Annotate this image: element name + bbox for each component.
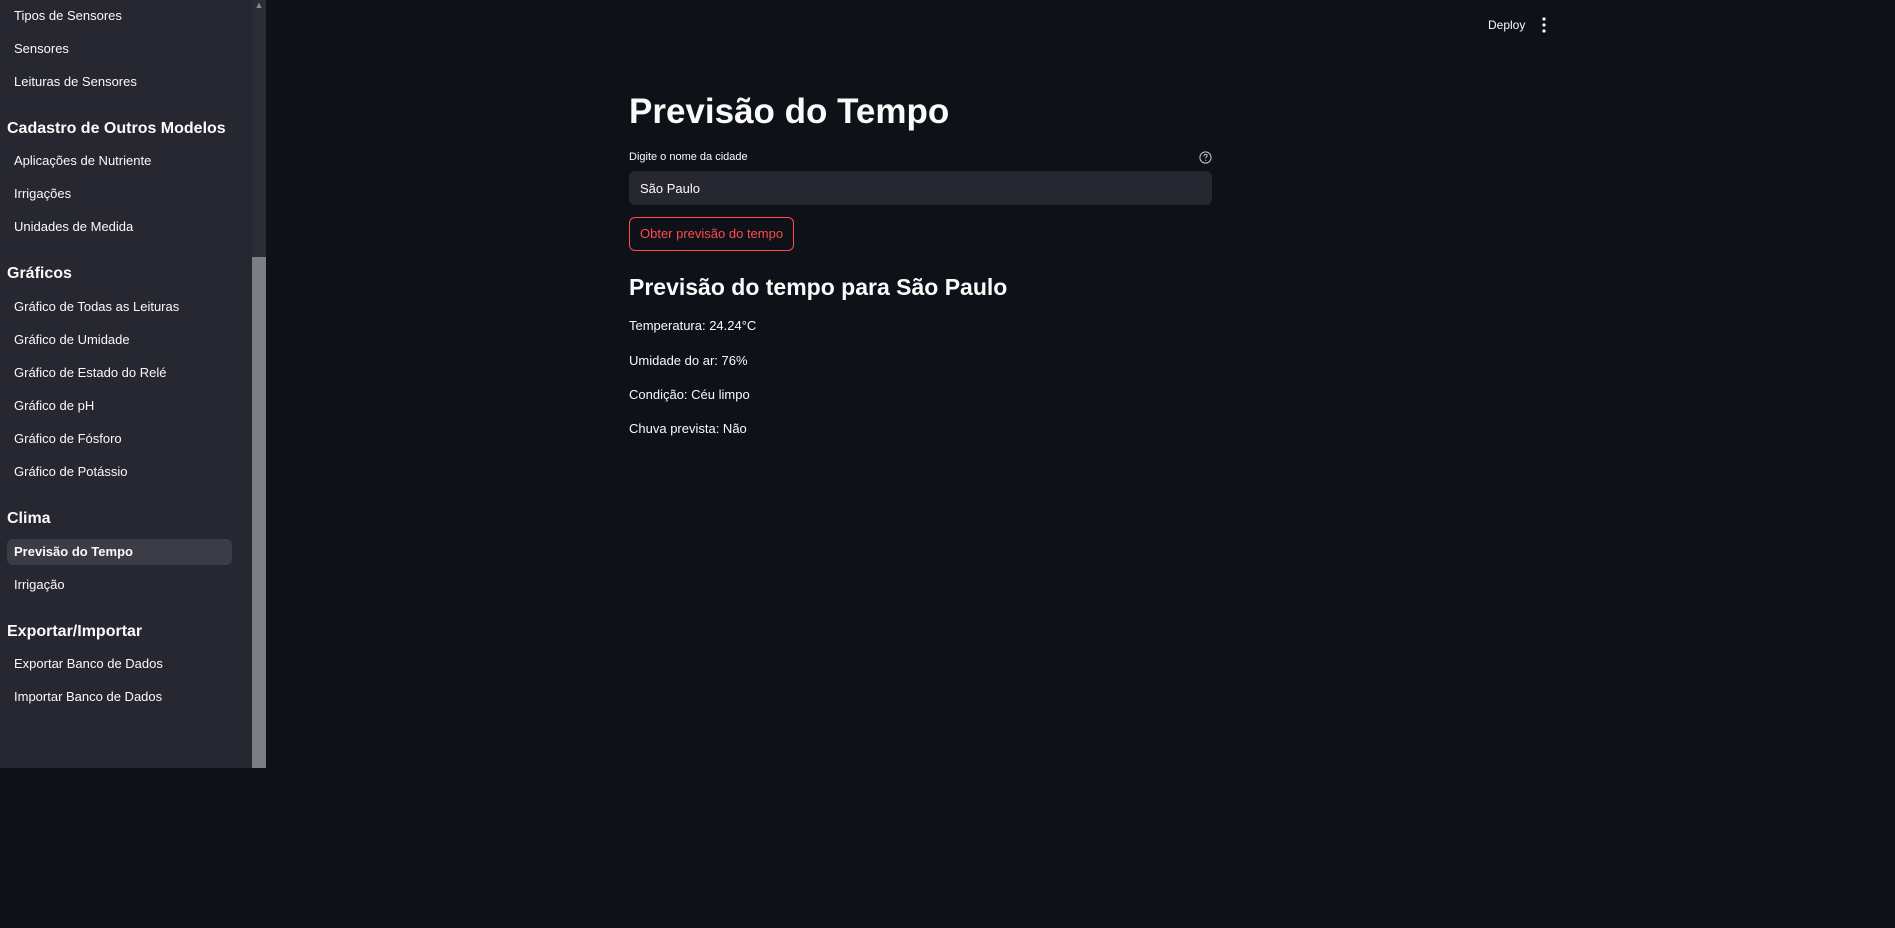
forecast-heading: Previsão do tempo para São Paulo (629, 274, 1008, 300)
sidebar-item-grafico-ph[interactable]: Gráfico de pH (7, 393, 232, 419)
condition-text: Condição: Céu limpo (629, 387, 750, 402)
sidebar-item-tipos-de-sensores[interactable]: Tipos de Sensores (7, 3, 232, 29)
page-title: Previsão do Tempo (629, 92, 950, 131)
sidebar-item-grafico-todas-leituras[interactable]: Gráfico de Todas as Leituras (7, 294, 232, 320)
sidebar-section-clima: Clima (7, 510, 51, 527)
question-circle-icon[interactable] (1199, 151, 1212, 164)
sidebar-scrollbar-thumb[interactable] (252, 257, 266, 768)
scroll-up-arrow-icon[interactable]: ▲ (252, 0, 266, 12)
sidebar-section-exportar-importar: Exportar/Importar (7, 623, 143, 640)
sidebar-section-graficos: Gráficos (7, 265, 72, 282)
humidity-text: Umidade do ar: 76% (629, 353, 748, 368)
sidebar-item-aplicacoes-de-nutriente[interactable]: Aplicações de Nutriente (7, 148, 232, 174)
sidebar-item-importar-banco[interactable]: Importar Banco de Dados (7, 684, 232, 710)
sidebar-item-previsao-do-tempo[interactable]: Previsão do Tempo (7, 539, 232, 565)
city-input[interactable] (629, 171, 1212, 205)
sidebar: Tipos de Sensores Sensores Leituras de S… (0, 0, 266, 768)
sidebar-item-irrigacao[interactable]: Irrigação (7, 572, 232, 598)
rain-forecast-text: Chuva prevista: Não (629, 421, 747, 436)
sidebar-item-exportar-banco[interactable]: Exportar Banco de Dados (7, 651, 232, 677)
sidebar-item-leituras-de-sensores[interactable]: Leituras de Sensores (7, 69, 232, 95)
deploy-button[interactable]: Deploy (1478, 13, 1535, 37)
more-vertical-icon[interactable] (1536, 15, 1552, 35)
sidebar-item-grafico-potassio[interactable]: Gráfico de Potássio (7, 459, 232, 485)
sidebar-item-irrigacoes[interactable]: Irrigações (7, 181, 232, 207)
city-field-label: Digite o nome da cidade (629, 151, 748, 163)
sidebar-section-cadastro-outros-modelos: Cadastro de Outros Modelos (7, 120, 226, 137)
sidebar-item-grafico-umidade[interactable]: Gráfico de Umidade (7, 327, 232, 353)
app-root: Tipos de Sensores Sensores Leituras de S… (0, 0, 1568, 768)
sidebar-item-grafico-estado-rele[interactable]: Gráfico de Estado do Relé (7, 360, 232, 386)
get-forecast-button[interactable]: Obter previsão do tempo (629, 217, 795, 251)
sidebar-item-unidades-de-medida[interactable]: Unidades de Medida (7, 214, 232, 240)
temperature-text: Temperatura: 24.24°C (629, 318, 757, 333)
sidebar-item-grafico-fosforo[interactable]: Gráfico de Fósforo (7, 426, 232, 452)
sidebar-item-sensores[interactable]: Sensores (7, 36, 232, 62)
